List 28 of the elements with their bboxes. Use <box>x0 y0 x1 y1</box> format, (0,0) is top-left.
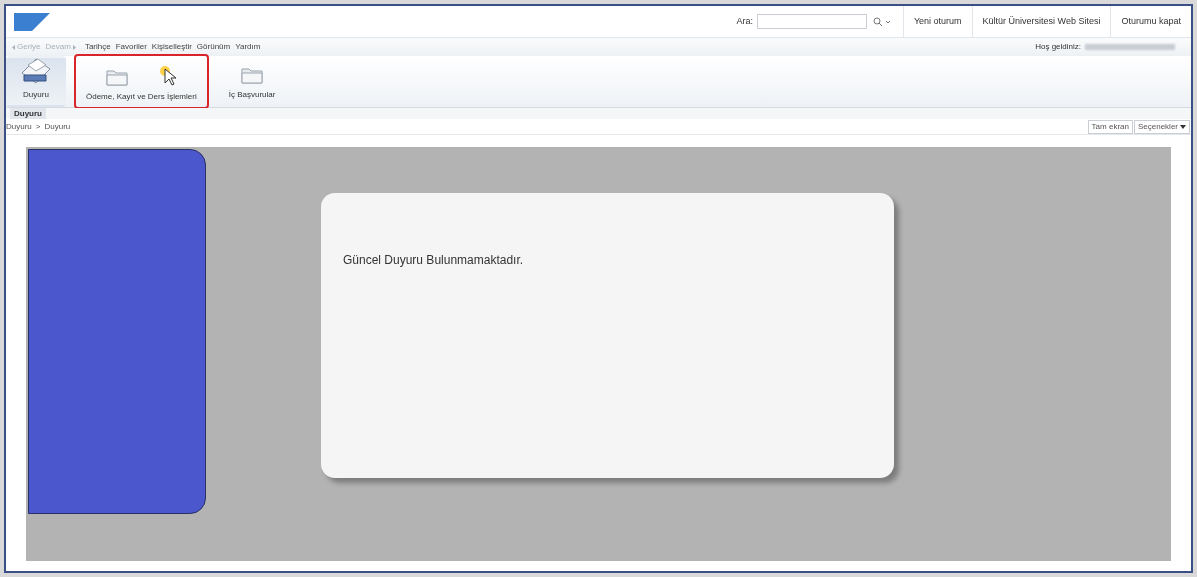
toolbar-item[interactable]: İç Başvurular <box>216 56 288 107</box>
breadcrumb-link[interactable]: Duyuru <box>6 120 32 133</box>
toolbar-item[interactable]: Duyuru <box>6 56 66 107</box>
logo-icon <box>14 12 50 31</box>
menu-item[interactable]: Yardım <box>235 41 261 53</box>
menu-item[interactable]: Tarihçe <box>84 41 111 53</box>
menu-item[interactable]: Görünüm <box>196 41 231 53</box>
search-label: Ara: <box>736 14 753 28</box>
separator: > <box>35 120 41 133</box>
caret-icon <box>1180 124 1186 129</box>
folder-icon <box>240 65 265 85</box>
search-field[interactable] <box>756 14 867 29</box>
header-link[interactable]: Oturumu kapat <box>1110 6 1191 37</box>
menu-item[interactable]: Favoriler <box>115 41 147 53</box>
search-icon[interactable] <box>872 16 891 27</box>
page-button[interactable]: Seçenekler <box>1133 119 1190 134</box>
message-text: Güncel Duyuru Bulunmamaktadır. <box>343 253 524 267</box>
left-caret-icon <box>12 44 15 50</box>
page-button[interactable]: Tam ekran <box>1087 119 1133 134</box>
breadcrumb-link[interactable]: Duyuru <box>44 120 71 133</box>
menu-item[interactable]: Kişiselleştir <box>151 41 192 53</box>
header-link[interactable]: Kültür Üniversitesi Web Sitesi <box>971 6 1111 37</box>
folder-icon <box>105 67 130 87</box>
welcome-text: Hoş geldiniz: <box>1035 41 1081 53</box>
sub-tab[interactable]: Duyuru <box>10 108 46 119</box>
header-link[interactable]: Yeni oturum <box>902 6 972 37</box>
right-caret-icon <box>72 44 76 50</box>
cursor-icon <box>159 65 178 87</box>
